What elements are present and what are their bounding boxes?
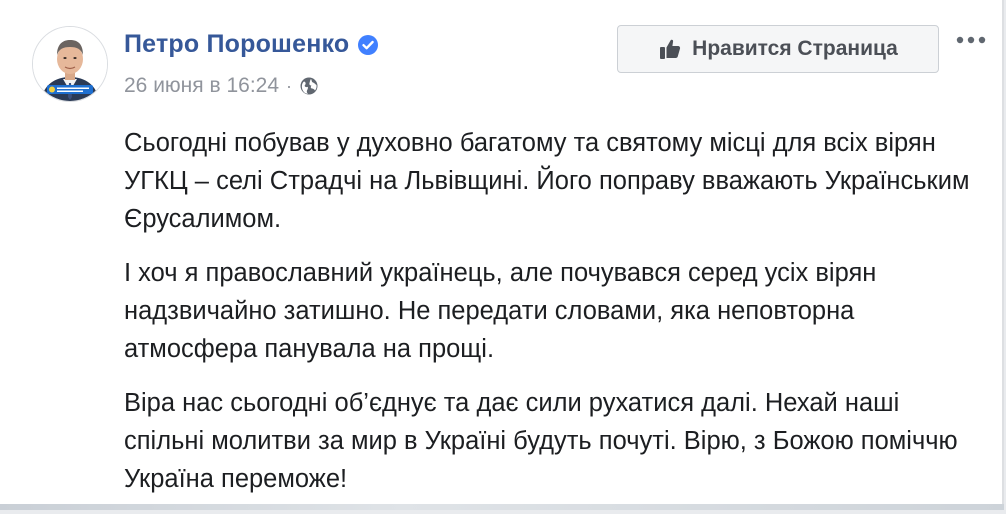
verified-badge-icon: [357, 34, 379, 56]
post-meta: 26 июня в 16:24 ·: [124, 74, 319, 98]
post-card: Петро Порошенко 26 июня в 16:24 · Нравит…: [0, 0, 1004, 510]
author-avatar[interactable]: [32, 26, 108, 102]
post-paragraph-2: І хоч я православний українець, але почу…: [124, 259, 877, 363]
author-name-link[interactable]: Петро Порошенко: [124, 30, 349, 59]
avatar-photo: [33, 27, 107, 101]
thumbs-up-icon: [658, 37, 682, 61]
post-text: Сьогодні побував у духовно багатому та с…: [124, 124, 984, 514]
more-options-icon[interactable]: [954, 30, 988, 50]
like-page-button[interactable]: Нравится Страница: [617, 25, 939, 73]
like-page-label: Нравится Страница: [692, 37, 898, 60]
post-paragraph-1: Сьогодні побував у духовно багатому та с…: [124, 129, 970, 233]
meta-separator: ·: [286, 75, 293, 96]
post-paragraph-3: Віра нас сьогодні об’єднує та дає сили р…: [124, 389, 958, 493]
author-name-row: Петро Порошенко: [124, 30, 379, 59]
post-timestamp-link[interactable]: 26 июня в 16:24: [124, 74, 279, 98]
post-image-edge: [0, 504, 1004, 510]
globe-icon[interactable]: [299, 76, 319, 96]
